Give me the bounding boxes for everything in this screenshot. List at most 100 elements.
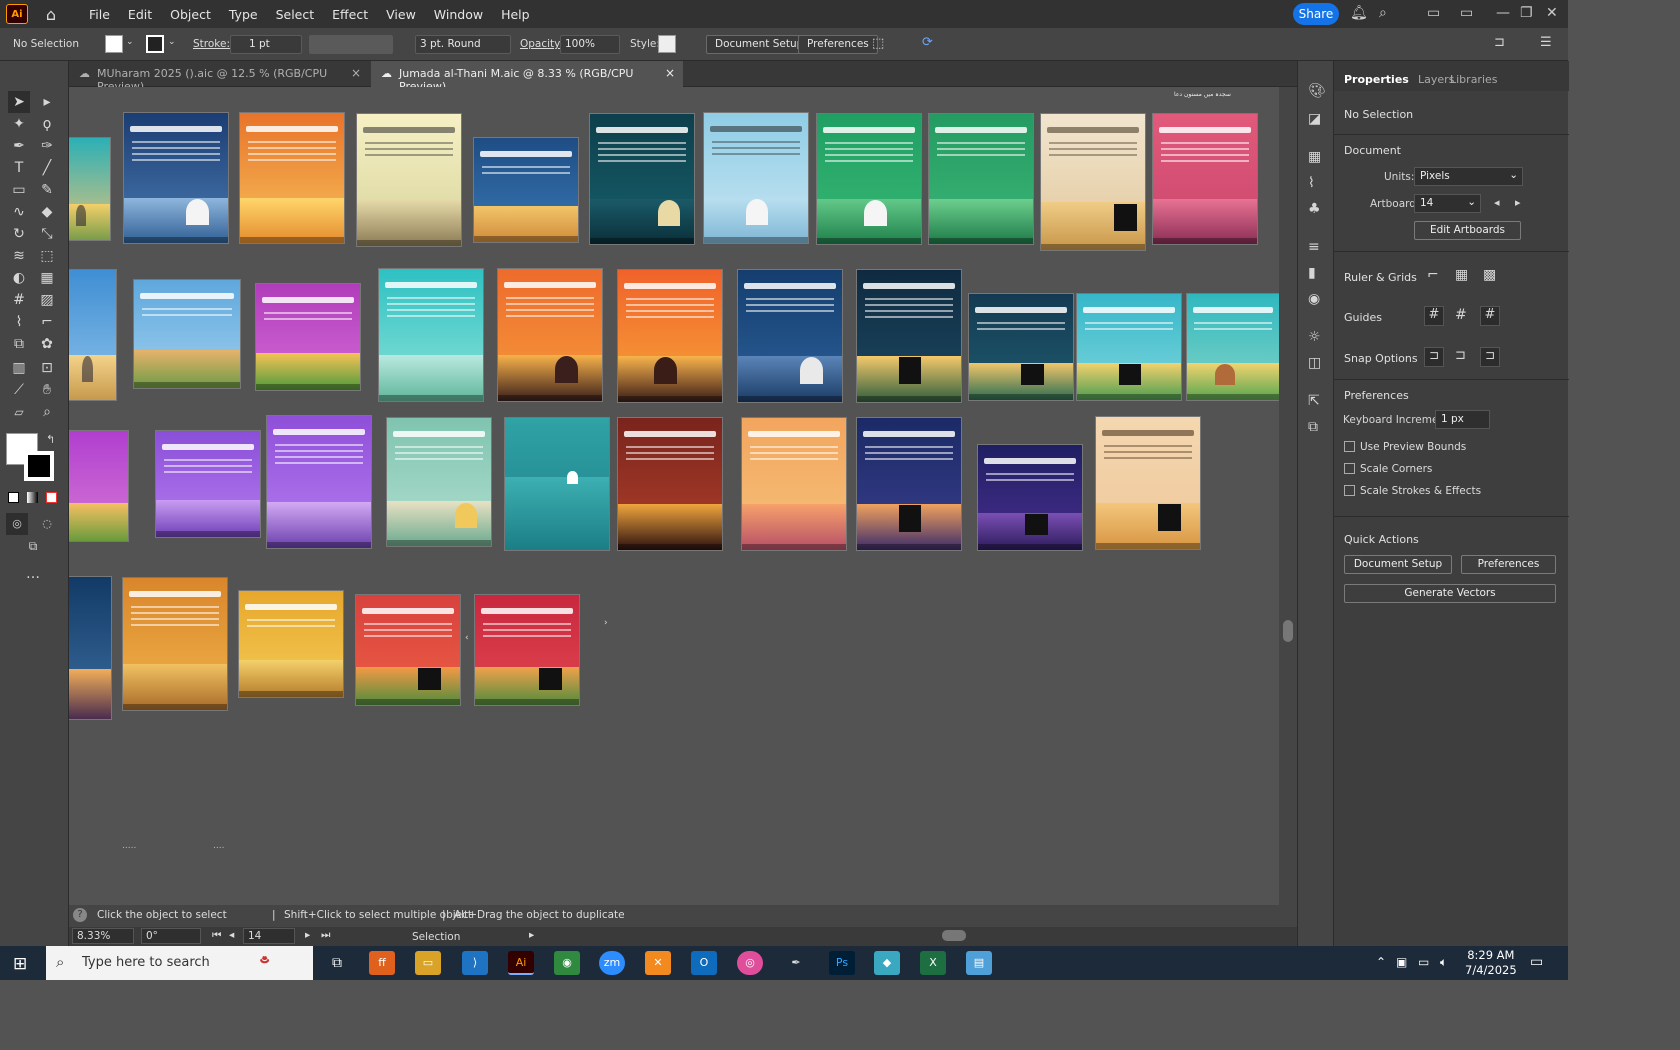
curvature-tool-icon[interactable]: ✑ (36, 135, 58, 157)
scale-strokes-effects-checkbox[interactable]: Scale Strokes & Effects (1344, 485, 1481, 497)
zoom-field[interactable]: 8.33% (72, 928, 134, 944)
previous-artboard-icon[interactable]: ◂ (229, 929, 234, 941)
screen-mode-icon[interactable]: ⧉ (22, 535, 44, 557)
artboard-thumbnail[interactable] (69, 430, 129, 542)
print-tiling-icon[interactable]: ▱ (8, 401, 30, 423)
artboard-thumbnail[interactable] (386, 417, 492, 547)
chrome-icon[interactable]: ◉ (554, 951, 580, 975)
artboard-thumbnail[interactable] (816, 113, 922, 245)
zoom-icon[interactable]: zm (599, 951, 625, 975)
pen-app-icon[interactable]: ✒ (783, 951, 809, 975)
home-icon[interactable]: ⌂ (40, 5, 62, 24)
artboard-thumbnail[interactable] (1152, 113, 1258, 245)
close-tab-icon[interactable]: × (665, 66, 675, 80)
artboard-thumbnail[interactable] (504, 417, 610, 551)
search-icon[interactable]: ⌕ (1379, 5, 1387, 21)
close-icon[interactable]: ✕ (1546, 5, 1558, 21)
scale-corners-checkbox[interactable]: Scale Corners (1344, 463, 1432, 475)
app-icon[interactable]: ◆ (874, 951, 900, 975)
tab-libraries[interactable]: Libraries (1450, 73, 1498, 86)
edit-toolbar-icon[interactable]: … (22, 563, 44, 585)
previous-artboard-icon[interactable]: ◂ (1494, 196, 1500, 209)
variable-width-profile[interactable] (309, 35, 393, 54)
artboard-thumbnail[interactable] (238, 590, 344, 698)
use-preview-bounds-checkbox[interactable]: Use Preview Bounds (1344, 441, 1466, 453)
artboard-thumbnail[interactable] (356, 113, 462, 247)
draw-normal-icon[interactable]: ◎ (6, 513, 28, 535)
next-artboard-icon[interactable]: ▸ (1515, 196, 1521, 209)
swatches-icon[interactable]: ▦ (1308, 149, 1321, 165)
grid-icon[interactable]: ▦ (1455, 267, 1468, 283)
vscode-icon[interactable]: ⟩ (462, 951, 488, 975)
tab-layers[interactable]: Layers (1418, 73, 1454, 86)
windows-start-icon[interactable]: ⊞ (13, 954, 27, 974)
volume-icon[interactable]: 🔈︎ (1440, 955, 1447, 970)
network-icon[interactable]: ▣ (1396, 955, 1407, 969)
artboard-thumbnail[interactable] (1040, 113, 1146, 251)
excel-icon[interactable]: X (920, 951, 946, 975)
chevron-up-icon[interactable]: ⌃ (1376, 955, 1386, 969)
brush-definition[interactable]: 3 pt. Round (415, 35, 511, 54)
file-explorer-icon[interactable]: ▭ (415, 951, 441, 975)
creative-cloud-icon[interactable]: ◎ (737, 951, 763, 975)
artboard-thumbnail[interactable] (133, 279, 241, 389)
line-tool-icon[interactable]: ╱ (36, 157, 58, 179)
keyboard-increment-field[interactable]: 1 px (1435, 410, 1490, 429)
artboard-thumbnail[interactable] (69, 269, 117, 401)
smart-guides-icon[interactable]: # (1480, 306, 1500, 326)
artboard-thumbnail[interactable] (69, 137, 111, 241)
swap-colors-icon[interactable]: ↰ (46, 433, 55, 446)
hand-tool-icon[interactable]: ✋︎ (36, 379, 58, 401)
pencil-tool-icon[interactable]: ✎ (36, 179, 58, 201)
photoshop-icon[interactable]: Ps (829, 951, 855, 975)
artboard-thumbnail[interactable] (977, 444, 1083, 551)
artboard-thumbnail[interactable] (737, 269, 843, 403)
rectangle-tool-icon[interactable]: ▭ (8, 179, 30, 201)
illustrator-taskbar-icon[interactable]: Ai (508, 951, 534, 975)
gradient-tool-icon[interactable]: ▨ (36, 289, 58, 311)
eyedropper-icon[interactable]: ⌇ (8, 311, 30, 333)
measure-icon[interactable]: ⌐ (36, 311, 58, 333)
brushes-icon[interactable]: ⌇ (1308, 175, 1315, 191)
mesh-tool-icon[interactable]: # (8, 289, 30, 311)
vertical-scrollbar[interactable]: ⌄ (1279, 87, 1297, 927)
artboard-tool-icon[interactable]: ⊡ (36, 357, 58, 379)
stroke-label[interactable]: Stroke: (193, 38, 230, 50)
rotate-tool-icon[interactable]: ↻ (8, 223, 30, 245)
tab-jumada[interactable]: ☁ Jumada al-Thani M.aic @ 8.33 % (RGB/CP… (371, 61, 683, 93)
help-icon[interactable]: ? (73, 908, 87, 922)
show-guides-icon[interactable]: # (1424, 306, 1444, 326)
opacity-label[interactable]: Opacity: (520, 38, 563, 50)
free-transform-icon[interactable]: ⬚ (36, 245, 58, 267)
symbols-icon[interactable]: ♣ (1308, 201, 1321, 217)
artboard-thumbnail[interactable] (1095, 416, 1201, 550)
task-view-icon[interactable]: ⧉ (324, 951, 350, 975)
lasso-icon[interactable]: ϙ (36, 113, 58, 135)
xampp-icon[interactable]: ✕ (645, 951, 671, 975)
shaper-tool-icon[interactable]: ∿ (8, 201, 30, 223)
tab-muharam[interactable]: ☁ MUharam 2025 ().aic @ 12.5 % (RGB/CPU … (69, 61, 369, 93)
close-tab-icon[interactable]: × (351, 66, 361, 80)
transparency-grid-icon[interactable]: ▩ (1483, 267, 1496, 283)
warp-tool-icon[interactable]: ≋ (8, 245, 30, 267)
menu-select[interactable]: Select (267, 7, 324, 22)
slice-tool-icon[interactable]: ⟋ (8, 379, 30, 401)
shape-builder-icon[interactable]: ◐ (8, 267, 30, 289)
menu-type[interactable]: Type (220, 7, 267, 22)
snap-to-pixel-icon[interactable]: ⊐ (1455, 348, 1466, 363)
direct-selection-tool-icon[interactable]: ▸ (36, 91, 58, 113)
stroke-swatch[interactable] (146, 35, 164, 53)
next-artboard-icon[interactable]: ▸ (305, 929, 310, 941)
artboard-thumbnail[interactable] (255, 283, 361, 391)
artboard-thumbnail[interactable] (378, 268, 484, 402)
preferences-button[interactable]: Preferences (1461, 555, 1556, 574)
panel-menu-icon[interactable]: ☰ (1540, 35, 1552, 50)
artboard-thumbnail[interactable] (239, 112, 345, 244)
artboard-thumbnail[interactable] (968, 293, 1074, 401)
perspective-grid-icon[interactable]: ▦ (36, 267, 58, 289)
chevron-down-icon[interactable]: ⌄ (126, 37, 134, 47)
appearance-icon[interactable]: ☼ (1308, 329, 1321, 345)
artboard-thumbnail[interactable] (155, 430, 261, 538)
color-panel-icon[interactable]: 🎨︎ (1308, 83, 1326, 99)
chevron-left-icon[interactable]: ‹ (465, 633, 469, 643)
